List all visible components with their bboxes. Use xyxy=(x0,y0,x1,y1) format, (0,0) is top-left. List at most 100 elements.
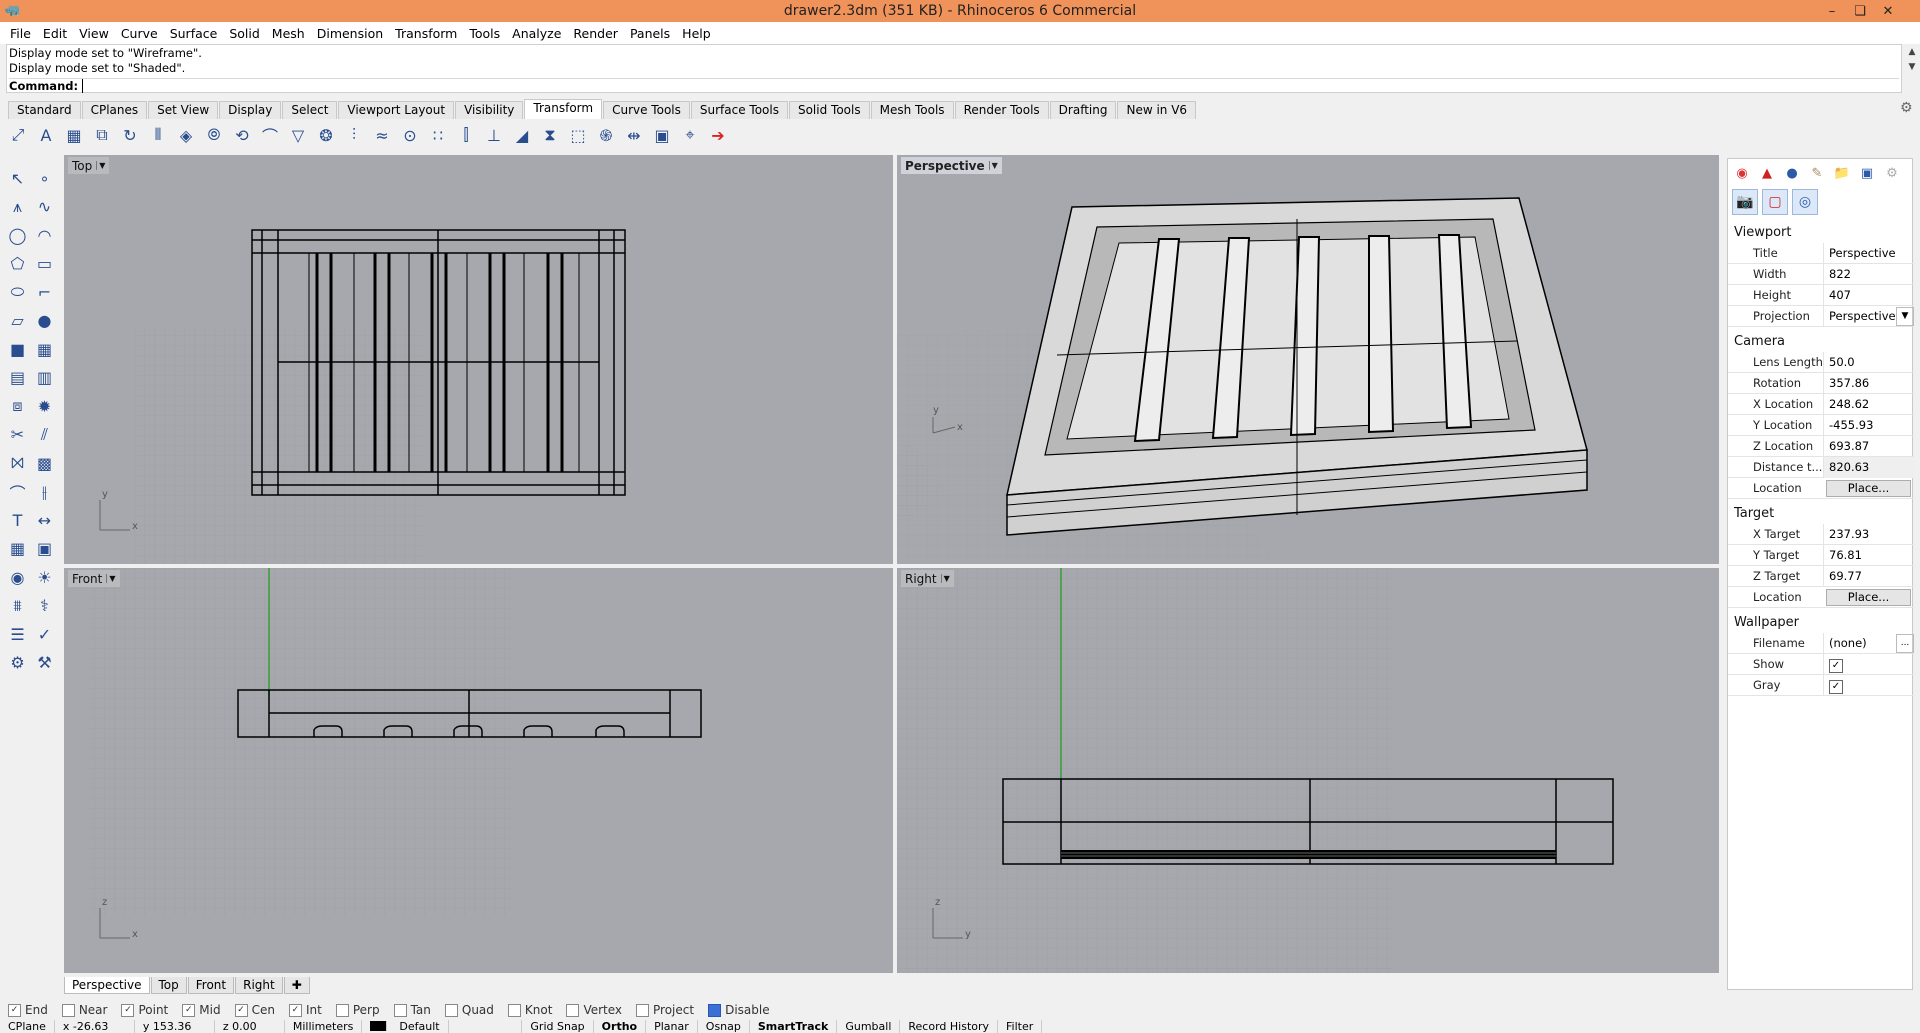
viewport-tab-top[interactable]: Top xyxy=(150,977,187,994)
status-cplane[interactable]: CPlane xyxy=(0,1020,55,1033)
rotate-icon[interactable]: ↻ xyxy=(118,123,142,147)
splop-icon[interactable]: ⊙ xyxy=(398,123,422,147)
text-icon[interactable]: A xyxy=(34,123,58,147)
tab-render-tools[interactable]: Render Tools xyxy=(954,101,1049,119)
osnap-tan-checkbox[interactable]: Tan xyxy=(394,1003,431,1017)
loft-icon[interactable]: ▥ xyxy=(31,364,58,392)
bend-icon[interactable]: ⌒ xyxy=(258,123,282,147)
block-icon[interactable]: ▣ xyxy=(31,535,58,563)
box-edit-icon[interactable]: ▣ xyxy=(650,123,674,147)
align-icon[interactable]: ⫿ xyxy=(454,123,478,147)
gray-checkbox[interactable] xyxy=(1823,674,1914,696)
browse-button[interactable]: ... xyxy=(1896,633,1914,653)
gear-icon[interactable]: ⚙ xyxy=(1882,164,1902,182)
materials-icon[interactable]: ● xyxy=(1782,164,1802,182)
menu-panels[interactable]: Panels xyxy=(624,26,676,41)
text-tool-icon[interactable]: T xyxy=(4,506,31,534)
chevron-down-icon[interactable]: ▼ xyxy=(96,161,105,170)
prop-y-location-field[interactable]: -455.93 xyxy=(1823,414,1914,436)
polygon-icon[interactable]: ⬠ xyxy=(4,250,31,278)
squish-icon[interactable]: ⧗ xyxy=(538,123,562,147)
light-icon[interactable]: ☀ xyxy=(31,563,58,591)
osnap-knot-checkbox[interactable]: Knot xyxy=(508,1003,553,1017)
project-icon[interactable]: ⊥ xyxy=(482,123,506,147)
camera-place-button[interactable]: Place... xyxy=(1826,479,1911,497)
status-gumball[interactable]: Gumball xyxy=(837,1020,901,1033)
command-prompt[interactable]: Command: xyxy=(9,78,1899,93)
viewport-right[interactable]: z y Right ▼ xyxy=(897,568,1719,973)
menu-surface[interactable]: Surface xyxy=(164,26,224,41)
mesh-icon[interactable]: ▦ xyxy=(31,335,58,363)
show-checkbox[interactable] xyxy=(1823,653,1914,675)
osnap-perp-checkbox[interactable]: Perp xyxy=(336,1003,380,1017)
target-place-button[interactable]: Place... xyxy=(1826,588,1911,606)
curve-edit-icon[interactable]: ⌒ xyxy=(4,478,31,506)
restore-button[interactable]: ❏ xyxy=(1846,0,1874,22)
analyze-icon[interactable]: ⚕ xyxy=(31,592,58,620)
osnap-cen-checkbox[interactable]: Cen xyxy=(235,1003,275,1017)
orient-icon[interactable]: ⦾ xyxy=(202,123,226,147)
tab-cplanes[interactable]: CPlanes xyxy=(81,101,148,119)
select-icon[interactable]: ↖ xyxy=(4,164,31,192)
ellipse-icon[interactable]: ⬭ xyxy=(4,278,31,306)
menu-file[interactable]: File xyxy=(4,26,37,41)
osnap-quad-checkbox[interactable]: Quad xyxy=(445,1003,494,1017)
properties-icon[interactable]: ⚙ xyxy=(4,649,31,677)
display-icon[interactable]: ▣ xyxy=(1857,164,1877,182)
explode-icon[interactable]: ✹ xyxy=(31,392,58,420)
osnap-int-checkbox[interactable]: Int xyxy=(289,1003,322,1017)
render-icon[interactable]: ◉ xyxy=(4,563,31,591)
surface-icon[interactable]: ▱ xyxy=(4,307,31,335)
menu-transform[interactable]: Transform xyxy=(389,26,463,41)
polyline-icon[interactable]: ⩚ xyxy=(4,193,31,221)
status-grid-snap[interactable]: Grid Snap xyxy=(522,1020,594,1033)
close-button[interactable]: ✕ xyxy=(1874,0,1902,22)
menu-view[interactable]: View xyxy=(73,26,115,41)
osnap-vertex-checkbox[interactable]: Vertex xyxy=(566,1003,622,1017)
grid-icon[interactable]: ⩩ xyxy=(4,592,31,620)
mirror-icon[interactable]: ⫴ xyxy=(146,123,170,147)
menu-edit[interactable]: Edit xyxy=(37,26,73,41)
offset-icon[interactable]: ⫲ xyxy=(31,478,58,506)
sphere-icon[interactable]: ● xyxy=(31,307,58,335)
twist-icon[interactable]: ⟲ xyxy=(230,123,254,147)
array-tool-icon[interactable]: ▦ xyxy=(4,535,31,563)
status-ortho[interactable]: Ortho xyxy=(594,1020,647,1033)
minimize-button[interactable]: – xyxy=(1818,0,1846,22)
add-viewport-icon[interactable]: ✚ xyxy=(283,977,310,994)
join-icon[interactable]: ⨝ xyxy=(4,449,31,477)
status-planar[interactable]: Planar xyxy=(646,1020,698,1033)
gear-icon[interactable]: ⚙ xyxy=(1900,100,1913,116)
chevron-down-icon[interactable]: ▼ xyxy=(1909,60,1916,75)
viewport-icon[interactable]: ▢ xyxy=(1762,189,1788,215)
menu-render[interactable]: Render xyxy=(567,26,624,41)
tab-select[interactable]: Select xyxy=(282,101,338,119)
group-icon[interactable]: ▩ xyxy=(31,449,58,477)
viewport-perspective[interactable]: y x Perspective ▼ xyxy=(897,155,1719,564)
prop-lens-length-field[interactable]: 50.0 xyxy=(1823,351,1914,373)
prop-y-target-field[interactable]: 76.81 xyxy=(1823,544,1914,566)
menu-solid[interactable]: Solid xyxy=(223,26,265,41)
prop-width-field[interactable]: 822 xyxy=(1823,263,1914,285)
tab-set-view[interactable]: Set View xyxy=(148,101,219,119)
chevron-down-icon[interactable]: ▼ xyxy=(106,574,116,583)
menu-dimension[interactable]: Dimension xyxy=(311,26,389,41)
tab-viewport-layout[interactable]: Viewport Layout xyxy=(338,101,455,119)
status-layer[interactable]: Default xyxy=(362,1020,523,1033)
viewport-tab-front[interactable]: Front xyxy=(187,977,235,994)
osnap-disable-checkbox[interactable]: Disable xyxy=(708,1003,770,1017)
menu-tools[interactable]: Tools xyxy=(463,26,506,41)
options-icon[interactable]: ⚒ xyxy=(31,649,58,677)
osnap-near-checkbox[interactable]: Near xyxy=(62,1003,108,1017)
viewport-title-front[interactable]: Front ▼ xyxy=(68,570,120,587)
osnap-mid-checkbox[interactable]: Mid xyxy=(182,1003,220,1017)
dimension-icon[interactable]: ↔ xyxy=(31,506,58,534)
solid-box-icon[interactable]: ■ xyxy=(4,335,31,363)
chevron-down-icon[interactable]: ▼ xyxy=(988,161,998,170)
viewport-top[interactable]: y x Top ▼ xyxy=(64,155,893,564)
fillet-icon[interactable]: ⌐ xyxy=(31,278,58,306)
viewport-tab-right[interactable]: Right xyxy=(235,977,283,994)
prop-x-target-field[interactable]: 237.93 xyxy=(1823,523,1914,545)
viewport-title-top[interactable]: Top ▼ xyxy=(68,157,110,174)
polar-array-icon[interactable]: ❂ xyxy=(314,123,338,147)
